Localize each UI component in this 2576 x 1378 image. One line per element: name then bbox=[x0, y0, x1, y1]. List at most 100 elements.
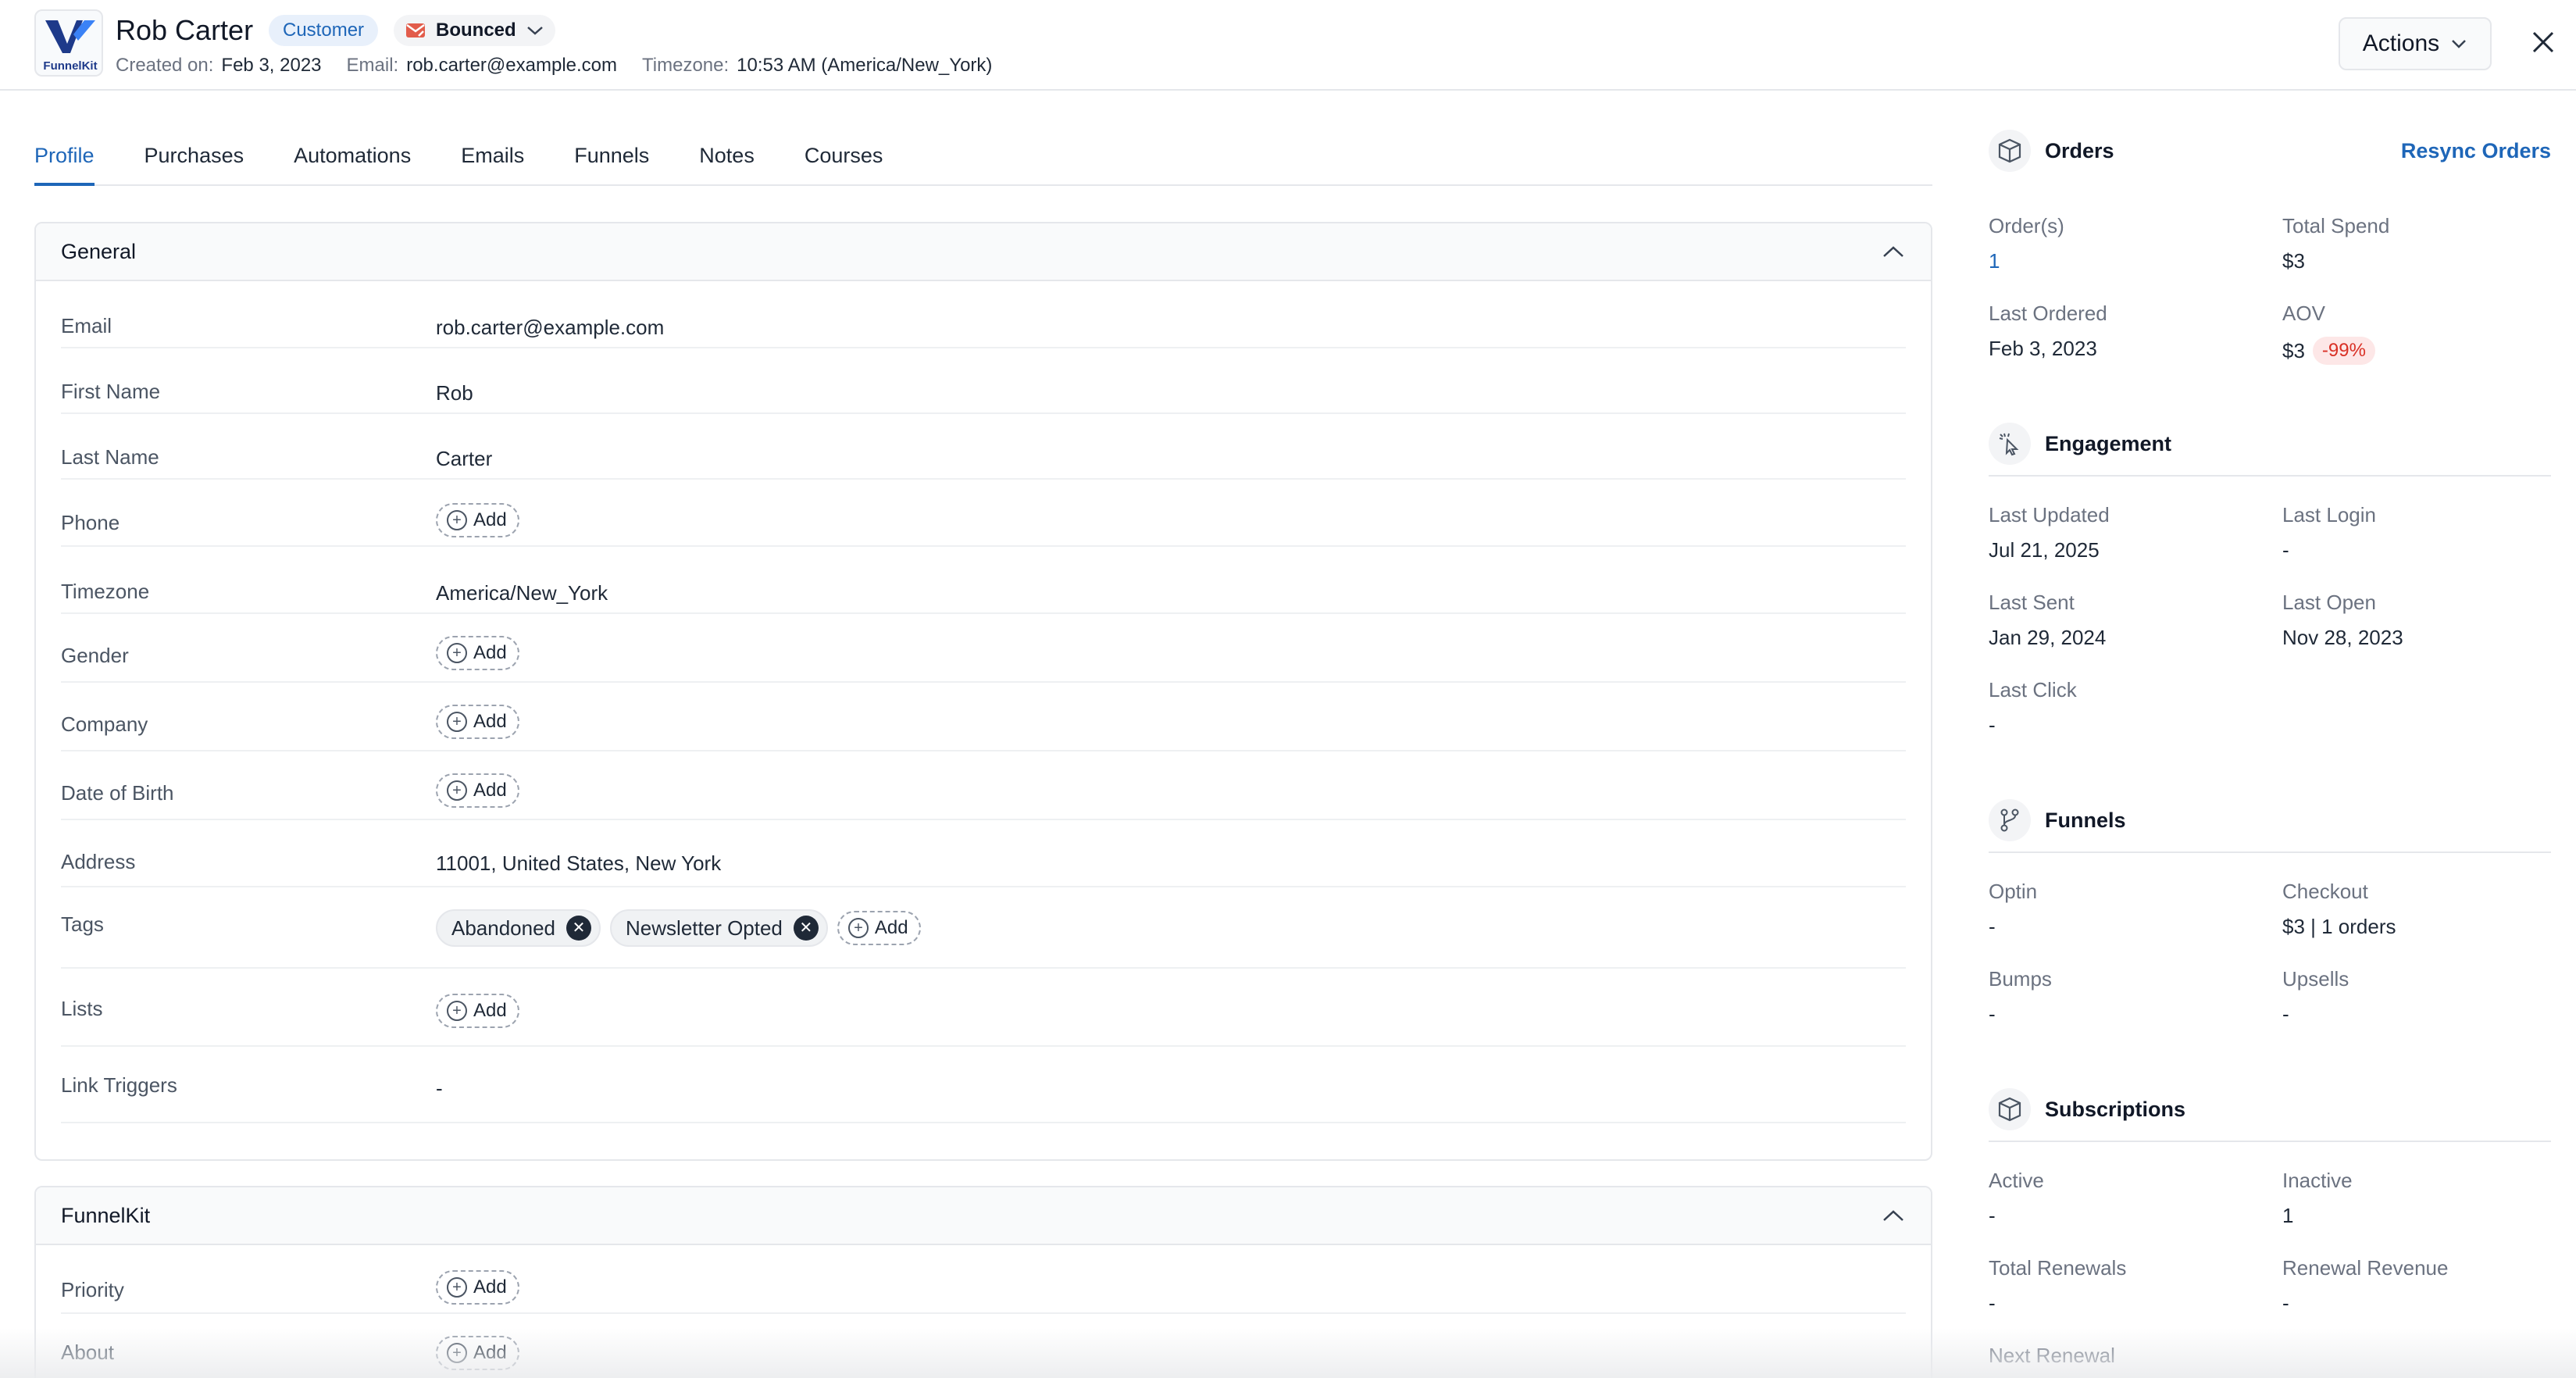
chevron-down-icon bbox=[526, 27, 543, 35]
stat-value: Jan 29, 2024 bbox=[1989, 626, 2107, 649]
stat-value: Nov 28, 2023 bbox=[2282, 626, 2403, 649]
field-row-priority: Priority + Add bbox=[61, 1247, 1906, 1314]
stat-label: Bumps bbox=[1989, 967, 2052, 991]
stat-value: - bbox=[1989, 915, 1996, 938]
resync-orders-link[interactable]: Resync Orders bbox=[2401, 139, 2551, 163]
funnelkit-title: FunnelKit bbox=[61, 1203, 151, 1227]
stat-value: - bbox=[2282, 1291, 2289, 1315]
field-row-phone: Phone + Add bbox=[61, 480, 1906, 547]
field-label: Lists bbox=[61, 997, 103, 1020]
general-section-header[interactable]: General bbox=[36, 223, 1931, 281]
contact-header: FunnelKit Rob Carter Customer Bounced Cr… bbox=[0, 0, 2576, 91]
aov-stat: AOV $3 -99% bbox=[2282, 302, 2564, 365]
total-renewals-stat: Total Renewals - bbox=[1989, 1256, 2270, 1316]
add-date-of-birth-button[interactable]: + Add bbox=[436, 773, 519, 808]
actions-button[interactable]: Actions bbox=[2339, 17, 2492, 70]
box-icon bbox=[1989, 1088, 2031, 1130]
field-label: Tags bbox=[61, 912, 104, 936]
last-name-value: Carter bbox=[436, 447, 493, 470]
orders-header: Orders Resync Orders bbox=[1989, 123, 2551, 178]
add-gender-button[interactable]: + Add bbox=[436, 636, 519, 670]
funnelkit-logo-icon bbox=[45, 20, 95, 53]
general-title: General bbox=[61, 239, 137, 263]
field-label: Company bbox=[61, 712, 148, 736]
tab-automations[interactable]: Automations bbox=[294, 130, 411, 186]
plus-circle-icon: + bbox=[447, 1343, 467, 1363]
field-label: Timezone bbox=[61, 580, 150, 603]
status-dropdown[interactable]: Bounced bbox=[394, 15, 555, 46]
add-phone-button[interactable]: + Add bbox=[436, 503, 519, 537]
cursor-click-icon bbox=[1989, 423, 2031, 465]
stat-label: Last Login bbox=[2282, 503, 2376, 527]
orders-count-link[interactable]: 1 bbox=[1989, 249, 2270, 273]
field-row-lists: Lists + Add bbox=[61, 969, 1906, 1047]
email-label: Email: bbox=[346, 55, 399, 76]
plus-circle-icon: + bbox=[847, 918, 869, 938]
last-sent-stat: Last Sent Jan 29, 2024 bbox=[1989, 591, 2270, 650]
remove-tag-icon[interactable]: ✕ bbox=[566, 916, 592, 941]
add-about-button[interactable]: + Add bbox=[436, 1336, 519, 1370]
add-tag-button[interactable]: + Add bbox=[837, 911, 921, 945]
field-label: Last Name bbox=[61, 445, 159, 469]
field-row-tags: Tags Abandoned ✕ Newsletter Opted ✕ + Add bbox=[61, 887, 1906, 969]
stat-label: Next Renewal bbox=[1989, 1344, 2115, 1367]
renewal-revenue-stat: Renewal Revenue - bbox=[2282, 1256, 2564, 1316]
add-label: Add bbox=[473, 642, 507, 663]
aov-value-row: $3 -99% bbox=[2282, 337, 2564, 365]
chevron-up-icon[interactable] bbox=[1881, 244, 1906, 259]
total-spend-stat: Total Spend $3 bbox=[2282, 214, 2564, 273]
stat-label: Last Ordered bbox=[1989, 302, 2107, 325]
funnelkit-section-header[interactable]: FunnelKit bbox=[36, 1187, 1931, 1245]
next-renewal-stat: Next Renewal bbox=[1989, 1344, 2270, 1368]
field-row-company: Company + Add bbox=[61, 683, 1906, 751]
chevron-up-icon[interactable] bbox=[1881, 1208, 1906, 1223]
field-label: Email bbox=[61, 314, 112, 337]
orders-count-stat: Order(s) 1 bbox=[1989, 214, 2270, 273]
remove-tag-icon[interactable]: ✕ bbox=[793, 916, 819, 941]
chevron-down-icon bbox=[2452, 40, 2467, 48]
field-label: Gender bbox=[61, 644, 129, 667]
stat-value: - bbox=[1989, 1002, 1996, 1026]
last-ordered-stat: Last Ordered Feb 3, 2023 bbox=[1989, 302, 2270, 361]
tab-courses[interactable]: Courses bbox=[805, 130, 883, 186]
tag-chip: Abandoned ✕ bbox=[436, 909, 601, 947]
first-name-value: Rob bbox=[436, 381, 473, 405]
contact-name: Rob Carter bbox=[116, 14, 254, 46]
stat-label: Total Spend bbox=[2282, 214, 2390, 237]
tab-emails[interactable]: Emails bbox=[461, 130, 524, 186]
field-label: Address bbox=[61, 850, 136, 873]
last-open-stat: Last Open Nov 28, 2023 bbox=[2282, 591, 2564, 650]
stat-label: Last Open bbox=[2282, 591, 2376, 614]
field-row-date-of-birth: Date of Birth + Add bbox=[61, 751, 1906, 820]
stat-value: - bbox=[1989, 1204, 1996, 1227]
field-label: About bbox=[61, 1341, 114, 1364]
last-click-stat: Last Click - bbox=[1989, 678, 2270, 737]
checkout-stat: Checkout $3 | 1 orders bbox=[2282, 880, 2564, 939]
field-label: Date of Birth bbox=[61, 781, 174, 805]
add-list-button[interactable]: + Add bbox=[436, 994, 519, 1028]
field-row-last-name: Last Name Carter bbox=[61, 414, 1906, 480]
stat-label: Upsells bbox=[2282, 967, 2349, 991]
box-icon bbox=[1989, 130, 2031, 172]
customer-badge: Customer bbox=[269, 15, 379, 46]
stat-value: - bbox=[2282, 538, 2289, 562]
created-label: Created on: bbox=[116, 55, 214, 76]
aov-change-badge: -99% bbox=[2312, 337, 2375, 365]
funnels-title: Funnels bbox=[2045, 808, 2126, 832]
tab-funnels[interactable]: Funnels bbox=[574, 130, 649, 186]
tab-purchases[interactable]: Purchases bbox=[144, 130, 244, 186]
add-label: Add bbox=[473, 711, 507, 732]
add-label: Add bbox=[473, 1276, 507, 1298]
add-company-button[interactable]: + Add bbox=[436, 705, 519, 739]
add-priority-button[interactable]: + Add bbox=[436, 1270, 519, 1305]
address-value: 11001, United States, New York bbox=[436, 851, 722, 875]
stat-label: Last Click bbox=[1989, 678, 2077, 701]
engagement-header: Engagement bbox=[1989, 412, 2551, 477]
actions-label: Actions bbox=[2362, 30, 2440, 56]
tab-notes[interactable]: Notes bbox=[699, 130, 755, 186]
contact-meta: Created on: Feb 3, 2023 Email: rob.carte… bbox=[116, 55, 992, 77]
tab-profile[interactable]: Profile bbox=[34, 130, 95, 186]
general-section: General Email rob.carter@example.com Fir… bbox=[34, 222, 1932, 1161]
close-icon[interactable] bbox=[2528, 27, 2559, 58]
field-label: Phone bbox=[61, 511, 120, 534]
